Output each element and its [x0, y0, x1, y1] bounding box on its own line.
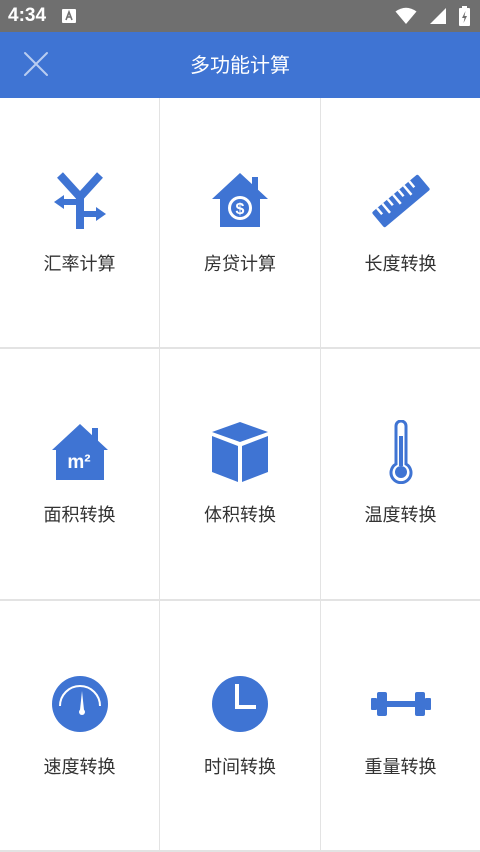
speedometer-icon	[51, 676, 108, 732]
tool-label: 长度转换	[364, 254, 437, 275]
tool-weight[interactable]: 重量转换	[321, 601, 480, 850]
status-time: 4:34	[8, 5, 47, 26]
app-bar: 多功能计算	[0, 32, 480, 98]
tool-label: 房贷计算	[204, 254, 276, 275]
app-a-icon	[62, 9, 76, 23]
yen-exchange-icon	[53, 172, 106, 229]
cube-icon	[212, 422, 268, 482]
signal-icon	[430, 8, 446, 24]
tool-time[interactable]: 时间转换	[160, 601, 320, 850]
tool-label: 温度转换	[364, 505, 437, 526]
tool-label: 时间转换	[204, 757, 276, 778]
tool-label: 汇率计算	[43, 254, 116, 275]
tool-speed[interactable]: 速度转换	[0, 601, 159, 850]
tool-volume[interactable]: 体积转换	[160, 349, 320, 599]
house-m2-icon: m²	[51, 424, 108, 480]
tool-label: 重量转换	[364, 757, 437, 778]
tool-label: 面积转换	[43, 505, 116, 526]
tool-exchange-rate[interactable]: 汇率计算	[0, 98, 159, 347]
tools-grid: 汇率计算 $ 房贷计算 长度转换 m² 面积转换 体积转换 温度转换 速度转换 …	[0, 98, 480, 850]
tool-label: 体积转换	[204, 505, 276, 526]
svg-text:$: $	[236, 201, 245, 218]
tool-label: 速度转换	[43, 757, 116, 778]
house-dollar-icon: $	[212, 173, 268, 227]
clock-icon	[212, 676, 268, 732]
status-bar: 4:34	[0, 0, 480, 32]
tool-length[interactable]: 长度转换	[321, 98, 480, 347]
status-icons	[395, 6, 470, 26]
page-title: 多功能计算	[190, 53, 290, 77]
thermometer-icon	[389, 420, 412, 484]
close-button[interactable]	[16, 44, 58, 86]
tool-mortgage[interactable]: $ 房贷计算	[160, 98, 320, 347]
dumbbell-icon	[370, 692, 431, 716]
wifi-icon	[395, 7, 417, 24]
tool-area[interactable]: m² 面积转换	[0, 349, 159, 599]
close-icon	[24, 52, 48, 76]
svg-text:m²: m²	[67, 452, 90, 473]
ruler-icon	[371, 174, 430, 228]
tool-temperature[interactable]: 温度转换	[321, 349, 480, 599]
battery-charging-icon	[459, 6, 470, 26]
